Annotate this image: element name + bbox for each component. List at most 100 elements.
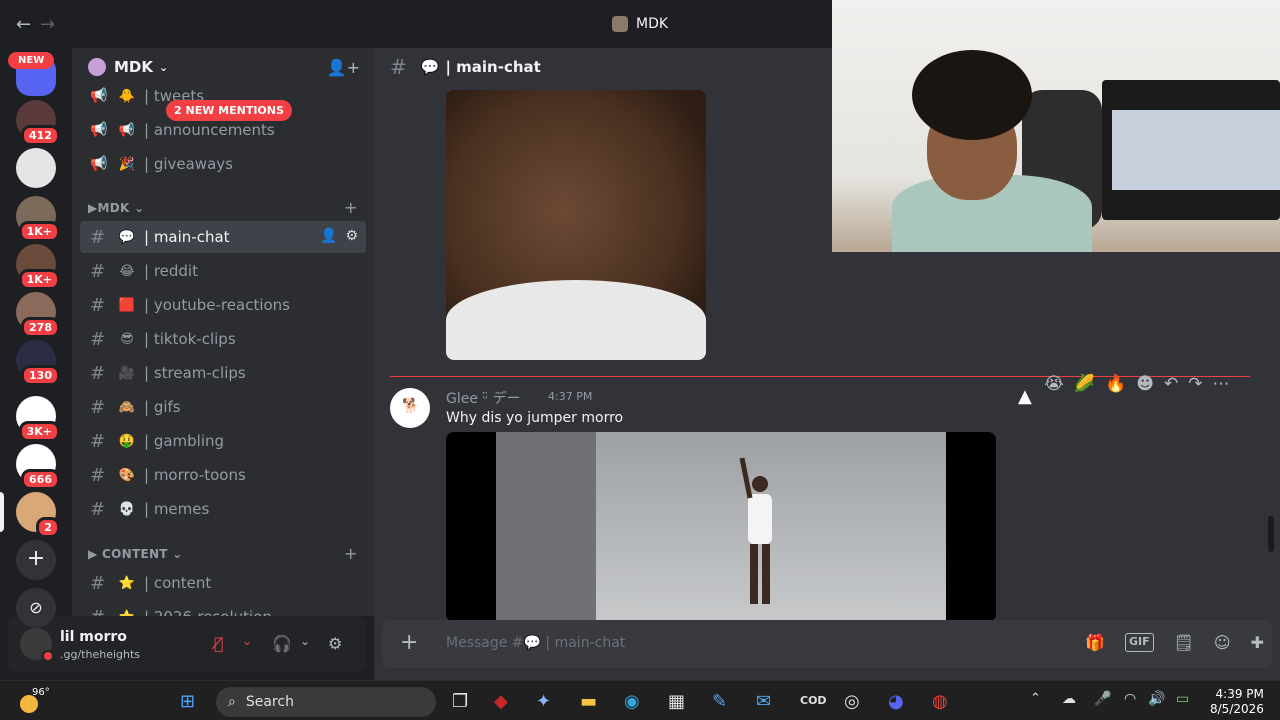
channel-item[interactable]: # 🎥 | stream-clips — [80, 357, 366, 389]
server-unread-badge: 1K+ — [18, 269, 60, 290]
reaction-crying[interactable]: 😭 — [1044, 374, 1064, 394]
category-content[interactable]: ▶ CONTENT ⌄ + — [88, 544, 357, 563]
emoji-icon[interactable]: ☺ — [1214, 633, 1231, 652]
channel-item[interactable]: # 😂 | reddit — [80, 255, 366, 287]
server-icon — [88, 58, 106, 76]
show-hidden-icons-chevron[interactable]: ⌃ — [1030, 691, 1041, 706]
channel-settings-gear-icon[interactable]: ⚙ — [345, 228, 358, 244]
call-of-duty-icon[interactable]: COD — [800, 694, 827, 707]
taskbar-search[interactable]: ⌕ Search — [216, 687, 436, 717]
wifi-icon[interactable]: ◠ — [1124, 691, 1136, 707]
tray-app-icon[interactable]: ☁ — [1062, 691, 1076, 707]
channel-emoji: 🙈 — [118, 399, 136, 415]
message-input[interactable]: Message #💬 | main-chat — [446, 635, 625, 651]
channel-item[interactable]: # 💬 | main-chat 👤 ⚙ — [80, 221, 366, 253]
channel-emoji: 💬 — [118, 229, 136, 245]
add-server-button[interactable]: + — [16, 540, 56, 580]
create-channel-plus-icon[interactable]: + — [344, 544, 358, 563]
message-action-bar: 😭 🌽 🔥 ☻ ↶ ↷ ⋯ — [1044, 374, 1229, 394]
channel-item[interactable]: # 🙈 | gifs — [80, 391, 366, 423]
speech-bubble-icon: 💬 — [420, 58, 440, 76]
add-attachment-icon[interactable]: + — [400, 630, 418, 655]
settings-gear-icon[interactable]: ⚙ — [328, 634, 342, 653]
channel-item[interactable]: #⭐| 2026-resolution — [80, 601, 366, 617]
chrome-icon[interactable]: ◍ — [932, 691, 948, 712]
audio-options-chevron-icon[interactable]: ⌄ — [300, 634, 310, 648]
attached-video[interactable] — [446, 432, 996, 622]
system-clock[interactable]: 4:39 PM 8/5/2026 — [1210, 687, 1264, 717]
new-mentions-badge[interactable]: 2 NEW MENTIONS — [166, 100, 292, 121]
start-menu-icon[interactable]: ⊞ — [180, 691, 195, 712]
channel-item[interactable]: 📢 🎉 | giveaways — [80, 148, 366, 180]
reply-icon[interactable]: ↶ — [1164, 374, 1178, 394]
create-channel-plus-icon[interactable]: + — [344, 198, 358, 217]
server-icon-7[interactable]: 3K+ — [16, 396, 60, 442]
invite-icon[interactable]: 👤 — [320, 228, 337, 244]
attached-image[interactable] — [446, 90, 706, 360]
server-icon-4[interactable]: 1K+ — [16, 244, 60, 290]
battery-icon[interactable]: ▭ — [1176, 691, 1189, 707]
edge-icon[interactable]: ◉ — [624, 691, 640, 712]
gift-icon[interactable]: 🎁 — [1085, 633, 1105, 652]
mcafee-icon[interactable]: ◆ — [494, 691, 508, 712]
more-options-icon[interactable]: ⋯ — [1212, 374, 1229, 394]
task-view-icon[interactable]: ❐ — [452, 691, 468, 712]
server-icon-8[interactable]: 666 — [16, 444, 60, 490]
server-icon-6[interactable]: 130 — [16, 340, 60, 386]
file-explorer-icon[interactable]: ▬ — [580, 691, 597, 712]
server-icon-1[interactable]: 412 — [16, 100, 60, 146]
channel-item[interactable]: # 🎨 | morro-toons — [80, 459, 366, 491]
back-arrow-icon[interactable]: ← — [16, 14, 31, 35]
server-icon-2[interactable] — [16, 148, 56, 188]
reaction-corn[interactable]: 🌽 — [1074, 374, 1095, 394]
category-label: CONTENT — [102, 547, 168, 561]
window-title: MDK — [612, 16, 668, 32]
volume-icon[interactable]: 🔊 — [1148, 691, 1165, 707]
announcement-channel-icon: 📢 — [90, 156, 108, 172]
channel-name: | stream-clips — [144, 364, 246, 382]
server-icon-3[interactable]: 1K+ — [16, 196, 60, 242]
channel-item[interactable]: # ⭐ | content — [80, 567, 366, 599]
channel-item[interactable]: # 😎 | tiktok-clips — [80, 323, 366, 355]
discover-button[interactable]: ⊘ — [16, 588, 56, 628]
mute-mic-icon[interactable]: 🎙̸ — [214, 634, 224, 653]
reaction-fire[interactable]: 🔥 — [1105, 374, 1126, 394]
weather-widget[interactable]: 96° — [20, 687, 50, 713]
channel-item[interactable]: # 🟥 | youtube-reactions — [80, 289, 366, 321]
scrollbar[interactable] — [1268, 516, 1274, 552]
hash-icon: # — [90, 362, 106, 384]
channel-item[interactable]: # 💀 | memes — [80, 493, 366, 525]
category-mdk[interactable]: ▶MDK ⌄ + — [88, 198, 357, 217]
apps-icon[interactable]: ✚ — [1251, 633, 1264, 652]
outlook-icon[interactable]: ✉ — [756, 691, 771, 712]
server-icon-5[interactable]: 278 — [16, 292, 60, 338]
server-icon-9[interactable]: 2 — [0, 492, 60, 538]
forward-icon[interactable]: ↷ — [1188, 374, 1202, 394]
app-icon[interactable]: ◎ — [844, 691, 860, 712]
store-icon[interactable]: ▦ — [668, 691, 685, 712]
copilot-icon[interactable]: ✦ — [536, 691, 551, 712]
discord-taskbar-icon[interactable]: ◕ — [888, 691, 904, 712]
channel-name: | morro-toons — [144, 466, 246, 484]
server-unread-badge: 130 — [21, 365, 60, 386]
server-unread-badge: 666 — [21, 469, 60, 490]
channel-title: | main-chat — [445, 58, 541, 76]
gif-icon[interactable]: GIF — [1124, 633, 1154, 652]
invite-people-icon[interactable]: 👤+ — [327, 58, 360, 77]
temperature: 96° — [32, 687, 50, 698]
channel-name: | announcements — [144, 121, 275, 139]
sticker-icon[interactable]: 🗒 — [1174, 633, 1194, 652]
editor-icon[interactable]: ✎ — [712, 691, 727, 712]
forward-arrow-icon[interactable]: → — [40, 14, 55, 35]
headphones-icon[interactable]: 🎧 — [272, 634, 292, 653]
channel-emoji: 📢 — [118, 122, 136, 138]
microphone-icon[interactable]: 🎤 — [1094, 691, 1111, 707]
channel-emoji: 🎨 — [118, 467, 136, 483]
hash-icon: # — [390, 55, 407, 79]
channel-item[interactable]: # 🤑 | gambling — [80, 425, 366, 457]
message-author-avatar[interactable]: 🐕 — [390, 388, 430, 428]
add-reaction-icon[interactable]: ☻ — [1136, 374, 1154, 394]
message-author[interactable]: Glee ᵕ̈ デー — [446, 388, 521, 408]
mic-options-chevron-icon[interactable]: ⌄ — [242, 634, 252, 648]
username[interactable]: lil morro — [60, 629, 127, 645]
